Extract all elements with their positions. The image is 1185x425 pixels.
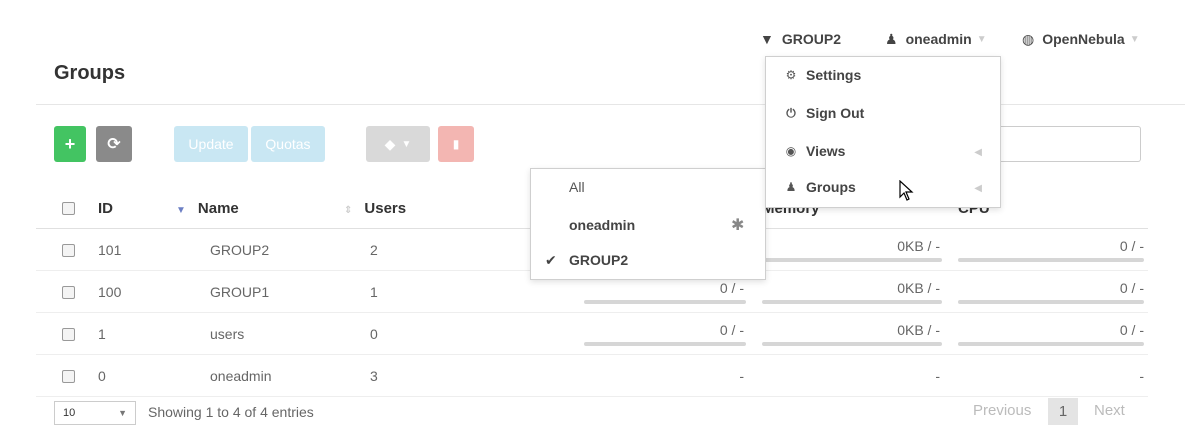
cell-users: 2	[344, 228, 560, 271]
page-number-button[interactable]: 1	[1048, 398, 1078, 425]
refresh-button[interactable]: ⟳	[96, 126, 132, 162]
chevron-down-icon: ▼	[976, 33, 987, 45]
filter-icon: ▼	[760, 31, 774, 47]
column-label: Users	[364, 199, 407, 217]
next-button[interactable]: Next	[1094, 402, 1125, 419]
chevron-down-icon: ▼	[401, 138, 412, 150]
column-header-id[interactable]: ID	[98, 188, 176, 229]
cell-memory: 0KB / -	[754, 228, 950, 271]
quotas-button[interactable]: Quotas	[251, 126, 325, 162]
cell-users: 1	[344, 270, 560, 313]
check-icon: ✔	[545, 252, 557, 268]
submenu-item-oneadmin[interactable]: oneadmin	[569, 217, 635, 233]
cell-memory: -	[754, 354, 950, 397]
menu-item-label: Sign Out	[806, 105, 865, 121]
tag-icon: ◆	[384, 135, 396, 152]
search-input[interactable]	[995, 126, 1141, 162]
group-filter-menu[interactable]: ▼ GROUP2	[760, 24, 841, 54]
globe-icon: ◍	[1022, 30, 1035, 47]
cell-users: 3	[344, 354, 560, 397]
cell-memory: 0KB / -	[754, 312, 950, 355]
zone-menu-label: OpenNebula	[1042, 31, 1125, 47]
page-size-select[interactable]: 10 ▼	[54, 401, 136, 425]
previous-button[interactable]: Previous	[973, 402, 1031, 419]
user-dropdown-menu: ⚙ Settings ⏻ Sign Out ◉ Views ◀ ♟ Groups ◀	[765, 56, 1001, 208]
trash-icon: ▮	[452, 137, 460, 151]
menu-item-views[interactable]: ◉ Views	[784, 143, 846, 159]
delete-button[interactable]: ▮	[438, 126, 474, 162]
cell-cpu: 0 / -	[950, 228, 1148, 271]
column-header-name[interactable]: ▼ Name	[176, 188, 344, 229]
table-row[interactable]: 0 oneadmin 3 - - -	[36, 354, 1148, 397]
column-header-users[interactable]: ⇕ Users	[344, 188, 560, 229]
cell-id: 0	[98, 354, 176, 397]
select-all-checkbox[interactable]	[36, 188, 98, 229]
menu-item-label: Settings	[806, 67, 862, 83]
cell-users: 0	[344, 312, 560, 355]
entries-summary: Showing 1 to 4 of 4 entries	[148, 404, 314, 420]
page-size-value: 10	[63, 407, 76, 419]
cell-cpu: 0 / -	[950, 270, 1148, 313]
labels-button[interactable]: ◆ ▼	[366, 126, 430, 162]
row-checkbox[interactable]	[62, 328, 75, 342]
users-icon: ♟	[785, 180, 797, 194]
column-label: ID	[98, 199, 113, 217]
cell-id: 100	[98, 270, 176, 313]
table-row[interactable]: 1 users 0 0 / - 0KB / - 0 / -	[36, 312, 1148, 355]
cell-name: GROUP1	[176, 270, 344, 313]
cell-cpu: -	[950, 354, 1148, 397]
eye-icon: ◉	[785, 144, 797, 158]
power-icon: ⏻	[786, 105, 796, 120]
divider	[36, 104, 1185, 105]
cell-memory: 0KB / -	[754, 270, 950, 313]
cell-name: GROUP2	[176, 228, 344, 271]
sort-desc-icon: ▼	[176, 204, 186, 216]
cell-vms: -	[560, 354, 754, 397]
chevron-left-icon: ◀	[974, 147, 982, 158]
menu-item-sign-out[interactable]: ⏻ Sign Out	[784, 105, 864, 121]
cell-id: 1	[98, 312, 176, 355]
column-label: Name	[197, 199, 239, 217]
cell-name: oneadmin	[176, 354, 344, 397]
gear-icon: ⚙	[785, 68, 797, 82]
submenu-item-all[interactable]: All	[569, 179, 585, 195]
user-menu[interactable]: ♟ oneadmin ▼	[885, 24, 987, 54]
cell-id: 101	[98, 228, 176, 271]
row-checkbox[interactable]	[62, 370, 75, 384]
user-menu-label: oneadmin	[905, 31, 972, 47]
page-title: Groups	[54, 62, 126, 84]
zone-menu[interactable]: ◍ OpenNebula ▼	[1022, 24, 1140, 54]
user-icon: ♟	[885, 30, 898, 47]
sort-icon: ⇕	[344, 204, 353, 216]
mouse-cursor-icon	[899, 180, 914, 201]
chevron-down-icon: ▼	[1129, 33, 1140, 45]
submenu-item-group2[interactable]: GROUP2	[569, 252, 628, 268]
menu-item-settings[interactable]: ⚙ Settings	[784, 67, 862, 83]
cell-cpu: 0 / -	[950, 312, 1148, 355]
update-button[interactable]: Update	[174, 126, 248, 162]
row-checkbox[interactable]	[62, 286, 75, 300]
menu-item-label: Groups	[806, 179, 856, 195]
groups-submenu: All oneadmin ✱ ✔ GROUP2	[530, 168, 766, 280]
chevron-down-icon: ▼	[118, 408, 127, 418]
cell-vms: 0 / -	[560, 312, 754, 355]
group-filter-label: GROUP2	[781, 31, 841, 47]
row-checkbox[interactable]	[62, 244, 75, 258]
menu-item-groups[interactable]: ♟ Groups	[784, 179, 856, 195]
cell-name: users	[176, 312, 344, 355]
menu-item-label: Views	[806, 143, 846, 159]
chevron-left-icon: ◀	[974, 183, 982, 194]
asterisk-icon: ✱	[731, 217, 745, 234]
create-button[interactable]: +	[54, 126, 86, 162]
